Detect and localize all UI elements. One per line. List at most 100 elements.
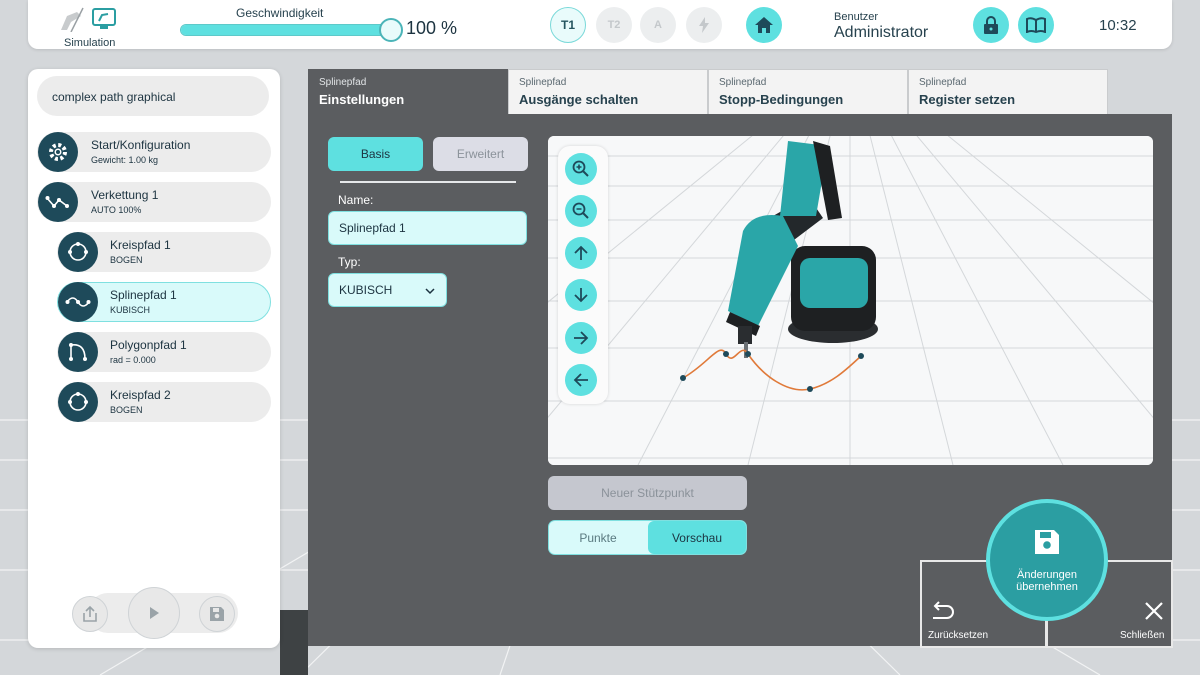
user-name: Administrator: [834, 24, 929, 41]
tree-item-subtitle: KUBISCH: [110, 305, 151, 315]
tab-registers[interactable]: Splinepfad Register setzen: [908, 69, 1108, 114]
advanced-tab-button[interactable]: Erweitert: [433, 137, 528, 171]
program-name-field[interactable]: complex path graphical: [37, 76, 269, 116]
circle-path-icon: [58, 382, 98, 422]
move-up-button[interactable]: [565, 237, 597, 269]
zoom-out-button[interactable]: [565, 195, 597, 227]
mode-t1-button[interactable]: T1: [550, 7, 586, 43]
tree-item-subtitle: rad = 0.000: [110, 355, 156, 365]
tree-item-title: Polygonpfad 1: [110, 338, 187, 352]
tab-stop-conditions[interactable]: Splinepfad Stopp-Bedingungen: [708, 69, 908, 114]
mode-label: Simulation: [64, 37, 116, 49]
save-icon: [1035, 530, 1059, 554]
export-button[interactable]: [72, 596, 108, 632]
home-icon: [755, 17, 773, 33]
move-right-button[interactable]: [565, 322, 597, 354]
speed-label: Geschwindigkeit: [236, 6, 324, 20]
spline-path-icon: [58, 282, 98, 322]
points-toggle-button[interactable]: Punkte: [549, 521, 647, 554]
preview-toggle-button[interactable]: Vorschau: [648, 521, 746, 554]
manual-button[interactable]: [1018, 7, 1054, 43]
home-button[interactable]: [746, 7, 782, 43]
save-icon: [210, 607, 224, 621]
tab-label: Stopp-Bedingungen: [719, 92, 844, 107]
reset-label: Zurücksetzen: [928, 630, 989, 641]
tree-item-title: Kreispfad 2: [110, 388, 171, 402]
mode-t2-button[interactable]: T2: [596, 7, 632, 43]
viewport-scene: [548, 136, 1153, 465]
arrow-left-icon: [573, 373, 588, 387]
export-icon: [83, 605, 97, 622]
tab-settings[interactable]: Splinepfad Einstellungen: [308, 69, 508, 114]
3d-path-preview[interactable]: [548, 136, 1153, 465]
tree-item-circle-path-1[interactable]: Kreispfad 1 BOGEN: [57, 232, 271, 272]
polygon-path-icon: [58, 332, 98, 372]
manual-icon: [1026, 17, 1046, 33]
name-input[interactable]: Splinepfad 1: [328, 211, 527, 245]
tree-item-title: Splinepfad 1: [110, 288, 177, 302]
tree-item-subtitle: AUTO 100%: [91, 205, 142, 215]
chain-path-icon: [38, 182, 78, 222]
tree-item-start-config[interactable]: Start/Konfiguration Gewicht: 1.00 kg: [37, 132, 271, 172]
speed-slider-fill: [181, 25, 391, 35]
top-bar: Simulation Geschwindigkeit 100 % T1 T2 A…: [28, 0, 1172, 49]
arrow-right-icon: [574, 331, 589, 345]
tree-item-subtitle: BOGEN: [110, 255, 143, 265]
chevron-down-icon: [425, 288, 435, 295]
tree-item-circle-path-2[interactable]: Kreispfad 2 BOGEN: [57, 382, 271, 422]
mode-selector[interactable]: Simulation: [52, 2, 132, 49]
tab-caption: Splinepfad: [519, 77, 567, 88]
zoom-in-button[interactable]: [565, 153, 597, 185]
tab-outputs[interactable]: Splinepfad Ausgänge schalten: [508, 69, 708, 114]
tab-label: Register setzen: [919, 92, 1016, 107]
tab-label: Einstellungen: [319, 92, 405, 107]
play-button[interactable]: [128, 587, 180, 639]
arrow-down-icon: [574, 288, 588, 303]
type-label: Typ:: [338, 255, 361, 269]
tab-caption: Splinepfad: [719, 77, 767, 88]
tab-caption: Splinepfad: [319, 77, 367, 88]
name-label: Name:: [338, 193, 374, 207]
robot-icon: [61, 7, 84, 32]
speed-slider-handle[interactable]: [379, 18, 403, 42]
lightning-icon: [699, 17, 709, 33]
lock-icon: [984, 16, 998, 34]
zoom-in-icon: [572, 160, 589, 177]
apply-label-1: Änderungen: [1017, 569, 1077, 581]
tree-item-subtitle: Gewicht: 1.00 kg: [91, 155, 159, 165]
arrow-up-icon: [574, 245, 588, 260]
move-down-button[interactable]: [565, 279, 597, 311]
tree-item-chain[interactable]: Verkettung 1 AUTO 100%: [37, 182, 271, 222]
zoom-out-icon: [572, 202, 589, 219]
mode-a-button[interactable]: A: [640, 7, 676, 43]
play-icon: [150, 607, 159, 619]
tree-item-title: Start/Konfiguration: [91, 138, 191, 152]
type-select[interactable]: KUBISCH: [328, 273, 447, 307]
tree-item-polygon-path-1[interactable]: Polygonpfad 1 rad = 0.000: [57, 332, 271, 372]
clock: 10:32: [1099, 17, 1137, 34]
apply-changes-button[interactable]: Änderungen übernehmen: [986, 499, 1108, 621]
tree-item-subtitle: BOGEN: [110, 405, 143, 415]
tree-item-spline-path-1[interactable]: Splinepfad 1 KUBISCH: [57, 282, 271, 322]
undo-icon: [933, 601, 954, 619]
close-label: Schließen: [1120, 630, 1165, 641]
new-point-button[interactable]: Neuer Stützpunkt: [548, 476, 747, 510]
program-name: complex path graphical: [52, 90, 176, 104]
tab-caption: Splinepfad: [919, 77, 967, 88]
power-button[interactable]: [686, 7, 722, 43]
speed-slider[interactable]: [180, 18, 403, 42]
monitor-icon: [92, 8, 116, 29]
apply-label-2: übernehmen: [1016, 581, 1078, 593]
tab-label: Ausgänge schalten: [519, 92, 639, 107]
speed-value: 100 %: [406, 18, 458, 38]
lock-button[interactable]: [973, 7, 1009, 43]
user-caption: Benutzer: [834, 11, 879, 23]
save-program-button[interactable]: [199, 596, 235, 632]
tree-item-title: Verkettung 1: [91, 188, 159, 202]
close-icon: [1145, 602, 1163, 620]
move-left-button[interactable]: [565, 364, 597, 396]
gear-icon: [38, 132, 78, 172]
divider: [340, 181, 516, 183]
program-tree-panel: complex path graphical Start/Konfigurati…: [28, 69, 280, 648]
basis-tab-button[interactable]: Basis: [328, 137, 423, 171]
